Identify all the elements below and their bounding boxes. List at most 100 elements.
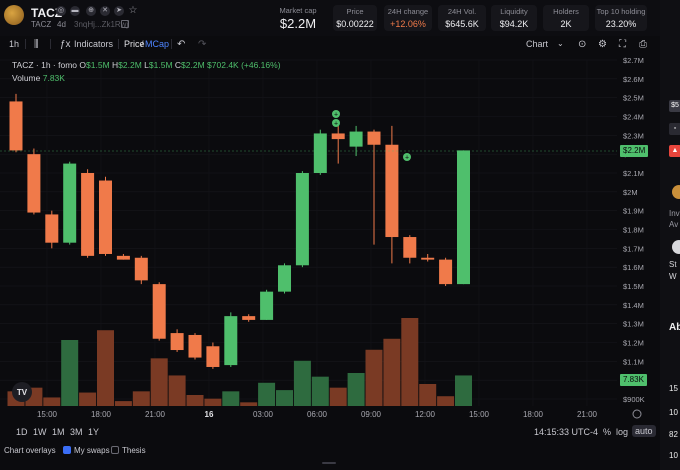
badge-icon[interactable]: ▬ <box>70 6 80 16</box>
y-tick-label: $2M <box>623 188 638 197</box>
interval-selector[interactable]: 1h <box>9 39 19 49</box>
volume-bar <box>276 390 293 406</box>
y-tick-label: $1.9M <box>623 207 644 216</box>
svg-text:+: + <box>405 155 409 162</box>
globe-icon[interactable]: ◎ <box>56 6 66 16</box>
legend-low: $1.5M <box>148 60 173 70</box>
star-icon[interactable]: ☆ <box>128 6 138 16</box>
undo-icon[interactable]: ↶ <box>177 39 185 50</box>
svg-text:+: + <box>334 112 338 119</box>
camera-icon[interactable]: ⎙ <box>639 39 647 50</box>
resize-handle[interactable] <box>322 462 336 464</box>
range-1m[interactable]: 1M <box>52 427 65 437</box>
toolbar-divider <box>118 39 119 49</box>
my-swaps-label[interactable]: My swaps <box>74 446 110 455</box>
toggle-slash: / <box>141 39 144 49</box>
volume-bar <box>455 375 472 406</box>
token-avatar <box>4 5 24 25</box>
token-age: 4d <box>57 20 66 29</box>
range-1d[interactable]: 1D <box>16 427 28 437</box>
chart-settings-icon[interactable] <box>632 409 642 419</box>
volume-bar <box>437 396 455 406</box>
telegram-icon[interactable]: ➤ <box>114 6 124 16</box>
crosshair-icon[interactable]: ⊙ <box>578 39 586 50</box>
indicators-button[interactable]: Indicators <box>74 39 113 49</box>
y-tick-label: $2.3M <box>623 131 644 140</box>
my-swaps-checkbox[interactable] <box>63 446 71 454</box>
rp-text: Av <box>669 220 679 229</box>
x-tick-label: 21:00 <box>145 410 166 419</box>
thesis-checkbox[interactable] <box>111 446 119 454</box>
candle-body <box>224 316 238 366</box>
copy-icon[interactable] <box>121 20 129 28</box>
mcap-toggle[interactable]: MCap <box>145 39 169 49</box>
toolbar-divider <box>171 39 172 49</box>
y-tick-label: $1.3M <box>623 320 644 329</box>
stat-24h-volume: 24H Vol. $645.6K <box>438 5 486 31</box>
svg-text:TV: TV <box>17 388 28 397</box>
range-1y[interactable]: 1Y <box>88 427 99 437</box>
range-3m[interactable]: 3M <box>70 427 83 437</box>
thesis-label[interactable]: Thesis <box>122 446 146 455</box>
candle-body <box>403 237 417 258</box>
price-chart[interactable]: $2.7M $2.6M $2.5M $2.4M $2.3M $2.2M $2.1M $2M $1… <box>0 52 660 440</box>
rp-alert-icon[interactable]: ▲ <box>669 145 680 157</box>
candle-body <box>188 334 202 358</box>
rp-text: 82 <box>669 430 678 439</box>
token-header: TACZ ◎ ▬ ⊕ ✕ ➤ ☆ TACZ 4d 3nqHj...Zk1Rwj … <box>0 0 680 36</box>
legend-high: $2.2M <box>118 60 142 70</box>
x-tick-label: 09:00 <box>361 410 382 419</box>
x-tick-label: 16 <box>205 410 214 419</box>
x-tick-label: 15:00 <box>37 410 58 419</box>
volume-bar <box>61 340 79 406</box>
x-icon[interactable]: ✕ <box>100 6 110 16</box>
volume-bar <box>132 391 150 406</box>
x-tick-label: 18:00 <box>91 410 112 419</box>
log-toggle[interactable]: log <box>616 427 628 437</box>
y-tick-label: $900K <box>623 395 645 404</box>
ohlc-legend: TACZ · 1h · fomo O$1.5M H$2.2M L$1.5M C$… <box>12 60 281 70</box>
x-tick-label: 06:00 <box>307 410 328 419</box>
volume-bar <box>97 330 114 406</box>
x-tick-label: 12:00 <box>415 410 436 419</box>
candle-body <box>457 150 470 285</box>
x-axis: 15:00 18:00 21:00 16 03:00 06:00 09:00 12:00 15:… <box>37 410 598 419</box>
legend-close: $2.2M <box>181 60 205 70</box>
volume-bar <box>401 318 419 406</box>
last-price-tag: $2.2M <box>620 145 649 157</box>
volume-bar <box>258 382 276 406</box>
rp-item[interactable]: $5 <box>669 100 680 112</box>
candle-body <box>81 173 95 256</box>
gear-icon[interactable]: ⚙ <box>598 39 607 50</box>
fullscreen-icon[interactable]: ⛶ <box>619 39 626 50</box>
candle-body <box>152 284 166 339</box>
volume-bar <box>222 391 240 406</box>
y-tick-label: $1.8M <box>623 226 644 235</box>
y-tick-label: $1.4M <box>623 301 644 310</box>
candle-body <box>99 180 112 254</box>
percent-toggle[interactable]: % <box>603 427 611 437</box>
auto-toggle[interactable]: auto <box>632 425 656 437</box>
legend-open: $1.5M <box>86 60 110 70</box>
volume-label: Volume <box>12 73 41 83</box>
rp-text: 15 <box>669 384 678 393</box>
stat-holders: Holders 2K <box>543 5 589 31</box>
globe-icon[interactable]: ⊕ <box>86 6 96 16</box>
tradingview-logo[interactable]: TV <box>12 382 32 402</box>
indicators-icon[interactable]: ƒx <box>60 39 71 50</box>
candle-body <box>313 133 327 173</box>
rp-avatar <box>672 185 680 199</box>
rp-text: Ab <box>669 322 680 333</box>
rp-icon[interactable]: ▫ <box>669 123 680 135</box>
redo-icon[interactable]: ↷ <box>198 39 206 50</box>
chevron-down-icon[interactable]: ⌄ <box>557 39 564 48</box>
range-1w[interactable]: 1W <box>33 427 47 437</box>
y-tick-label: $2.7M <box>623 56 644 65</box>
chart-mode-label[interactable]: Chart <box>526 39 548 49</box>
clock[interactable]: 14:15:33 UTC-4 <box>534 427 598 437</box>
stat-top10-holding: Top 10 holding 23.20% <box>595 5 647 31</box>
volume-bar <box>114 401 132 406</box>
x-tick-label: 03:00 <box>253 410 274 419</box>
y-tick-label: $1.2M <box>623 339 644 348</box>
candle-type-icon[interactable]: ⫼ <box>34 39 39 50</box>
